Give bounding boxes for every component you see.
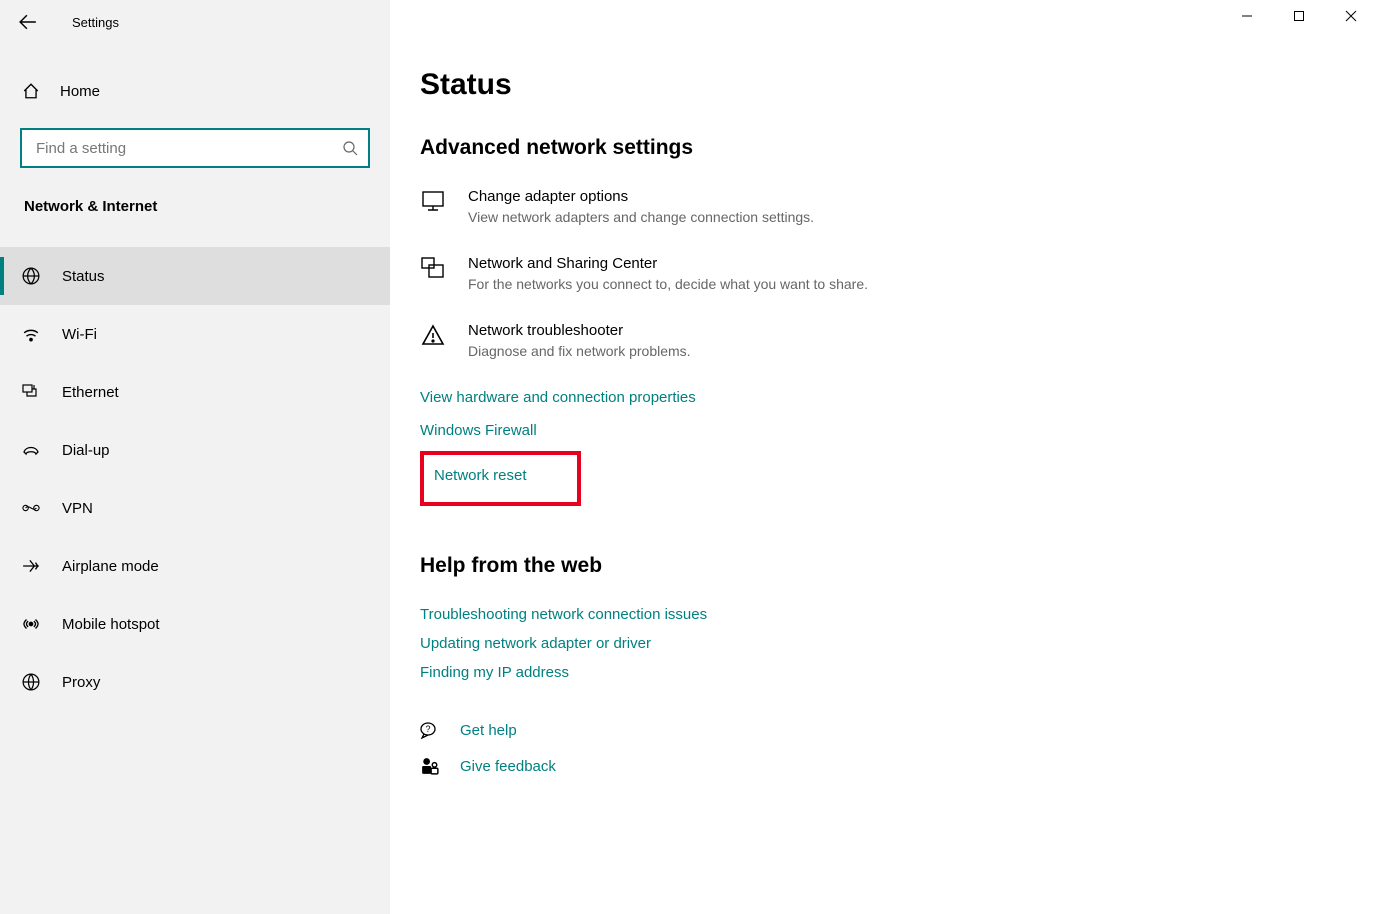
link-view-hardware-and-connection-properties[interactable]: View hardware and connection properties: [420, 389, 696, 406]
sidebar-item-label: Airplane mode: [62, 558, 159, 575]
feedback-icon: [420, 757, 440, 775]
option-change-adapter-options[interactable]: Change adapter options View network adapt…: [420, 188, 1377, 225]
help-link-updating-network-adapter-or-driver[interactable]: Updating network adapter or driver: [420, 635, 651, 652]
sidebar: Settings Home Network & Internet Status W…: [0, 0, 390, 914]
option-desc: View network adapters and change connect…: [468, 209, 814, 225]
option-desc: For the networks you connect to, decide …: [468, 276, 868, 292]
dialup-icon: [22, 443, 40, 457]
sidebar-item-label: Proxy: [62, 674, 100, 691]
sidebar-item-label: Wi-Fi: [62, 326, 97, 343]
sidebar-item-ethernet[interactable]: Ethernet: [0, 363, 390, 421]
page-title: Status: [420, 68, 1377, 102]
give-feedback-label: Give feedback: [460, 758, 556, 775]
sidebar-item-label: Mobile hotspot: [62, 616, 160, 633]
option-title: Network troubleshooter: [468, 322, 691, 339]
help-link-finding-my-ip-address[interactable]: Finding my IP address: [420, 664, 569, 681]
back-button[interactable]: [18, 12, 38, 32]
wifi-icon: [22, 325, 40, 343]
sidebar-item-proxy[interactable]: Proxy: [0, 653, 390, 711]
link-windows-firewall[interactable]: Windows Firewall: [420, 422, 537, 439]
options-list: Change adapter options View network adapt…: [420, 188, 1377, 359]
adapter-icon: [420, 188, 446, 225]
home-label: Home: [60, 83, 100, 100]
get-help-label: Get help: [460, 722, 517, 739]
help-link-troubleshooting-network-connection-issues[interactable]: Troubleshooting network connection issue…: [420, 606, 707, 623]
help-links: Troubleshooting network connection issue…: [420, 606, 1377, 681]
network-reset-link[interactable]: Network reset: [434, 467, 527, 484]
search-input[interactable]: [34, 139, 342, 158]
highlighted-link-box: Network reset: [420, 451, 581, 506]
svg-text:?: ?: [425, 724, 430, 734]
window-title: Settings: [72, 15, 119, 30]
option-network-and-sharing-center[interactable]: Network and Sharing Center For the networ…: [420, 255, 1377, 292]
search-box[interactable]: [20, 128, 370, 168]
hotspot-icon: [22, 615, 40, 633]
sidebar-item-label: Dial-up: [62, 442, 110, 459]
sharing-icon: [420, 255, 446, 292]
ethernet-icon: [22, 384, 40, 400]
airplane-icon: [22, 557, 40, 575]
group-title: Network & Internet: [0, 168, 390, 229]
home-icon: [22, 82, 40, 100]
arrow-left-icon: [19, 13, 37, 31]
sidebar-item-wi-fi[interactable]: Wi-Fi: [0, 305, 390, 363]
main-content: Status Advanced network settings Change …: [390, 0, 1377, 914]
sidebar-item-label: Ethernet: [62, 384, 119, 401]
sidebar-item-airplane-mode[interactable]: Airplane mode: [0, 537, 390, 595]
sidebar-item-vpn[interactable]: VPN: [0, 479, 390, 537]
window-controls: [1221, 0, 1377, 32]
sidebar-item-label: Status: [62, 268, 105, 285]
search-icon: [342, 140, 358, 156]
maximize-button[interactable]: [1273, 0, 1325, 32]
give-feedback-button[interactable]: Give feedback: [420, 757, 1377, 775]
minimize-button[interactable]: [1221, 0, 1273, 32]
warning-icon: [420, 322, 446, 359]
option-desc: Diagnose and fix network problems.: [468, 343, 691, 359]
option-network-troubleshooter[interactable]: Network troubleshooter Diagnose and fix n…: [420, 322, 1377, 359]
home-button[interactable]: Home: [0, 68, 390, 114]
vpn-icon: [22, 501, 40, 515]
help-heading: Help from the web: [420, 554, 1377, 578]
help-icon: ?: [420, 721, 440, 739]
section-heading: Advanced network settings: [420, 136, 1377, 160]
titlebar: Settings: [0, 0, 390, 44]
globe-icon: [22, 267, 40, 285]
nav-list: Status Wi-Fi Ethernet Dial-up VPN Airplane mo…: [0, 247, 390, 711]
option-title: Change adapter options: [468, 188, 814, 205]
sidebar-item-mobile-hotspot[interactable]: Mobile hotspot: [0, 595, 390, 653]
sidebar-item-status[interactable]: Status: [0, 247, 390, 305]
get-help-button[interactable]: ? Get help: [420, 721, 1377, 739]
proxy-icon: [22, 673, 40, 691]
sidebar-item-label: VPN: [62, 500, 93, 517]
close-button[interactable]: [1325, 0, 1377, 32]
help-section: Help from the web Troubleshooting networ…: [420, 554, 1377, 681]
sidebar-item-dial-up[interactable]: Dial-up: [0, 421, 390, 479]
option-title: Network and Sharing Center: [468, 255, 868, 272]
network-links: View hardware and connection properties W…: [420, 389, 1377, 455]
